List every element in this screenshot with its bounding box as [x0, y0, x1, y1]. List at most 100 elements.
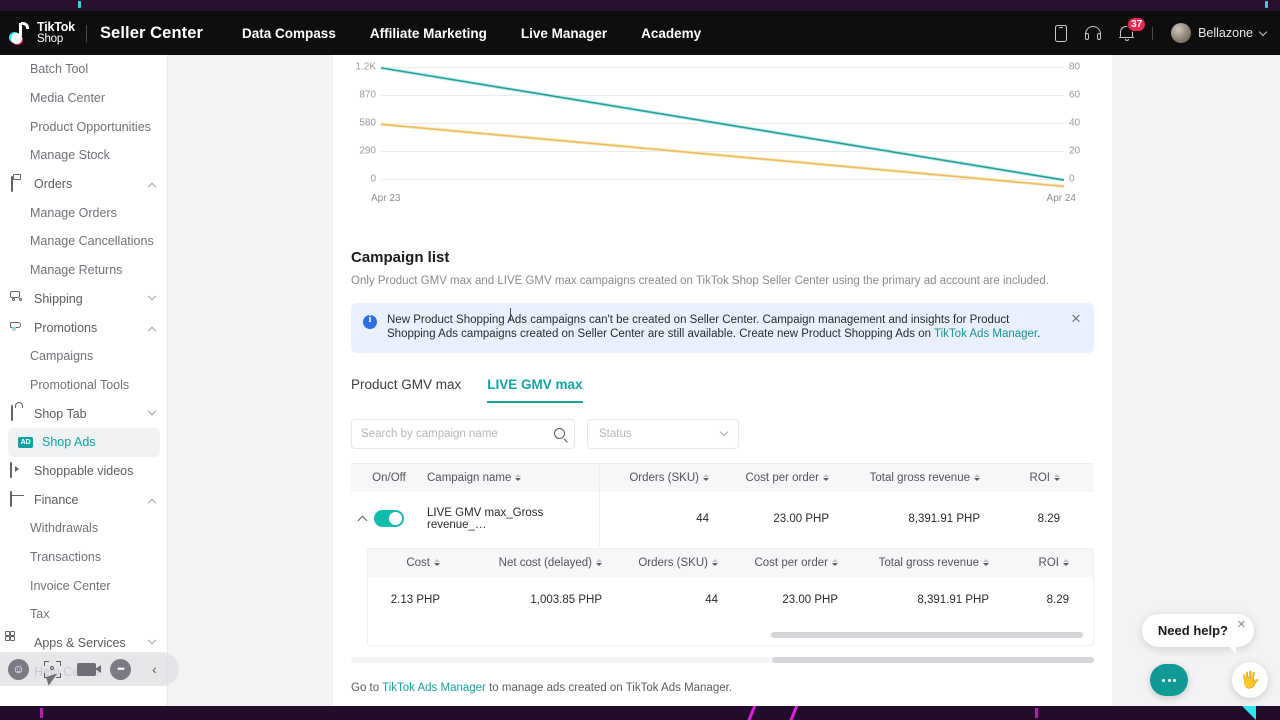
user-menu[interactable]: Bellazone — [1171, 23, 1266, 43]
sidebar-item-orders[interactable]: Orders — [0, 170, 167, 199]
more-options-icon[interactable]: ••• — [110, 659, 131, 680]
notification-wrapper[interactable]: 37 — [1119, 25, 1134, 41]
chevron-down-icon — [1259, 27, 1267, 35]
nav-item-academy[interactable]: Academy — [624, 26, 718, 41]
sidebar-item-batch-tool[interactable]: Batch Tool — [0, 55, 167, 84]
video-record-icon[interactable] — [76, 659, 97, 680]
search-input[interactable] — [361, 428, 554, 440]
sort-icon[interactable] — [974, 474, 980, 482]
tiktok-shop-logo[interactable]: TikTok Shop — [10, 21, 75, 45]
sort-icon[interactable] — [983, 559, 989, 567]
sidebar-item-manage-orders[interactable]: Manage Orders — [0, 198, 167, 227]
video-icon — [10, 463, 25, 478]
sidebar-item-promotional-tools[interactable]: Promotional Tools — [0, 371, 167, 400]
sort-icon[interactable] — [832, 559, 838, 567]
subcol-header-net-cost-delayed[interactable]: Net cost (delayed) — [444, 557, 606, 569]
col-label: Cost — [406, 557, 430, 569]
sidebar-item-shoppable-videos[interactable]: Shoppable videos — [0, 457, 167, 486]
sort-icon[interactable] — [1054, 474, 1060, 482]
sort-icon[interactable] — [712, 559, 718, 567]
footnote-suffix: to manage ads created on TikTok Ads Mana… — [486, 682, 732, 694]
sidebar-item-campaigns[interactable]: Campaigns — [0, 342, 167, 371]
alert-ads-manager-link[interactable]: TikTok Ads Manager — [934, 328, 1037, 340]
seller-center-title: Seller Center — [100, 24, 203, 43]
subtable-header-row: Cost Net cost (delayed) Orders (SKU) Cos… — [368, 549, 1093, 577]
need-help-bubble[interactable]: Need help? ✕ — [1142, 614, 1254, 647]
subcol-header-roi[interactable]: ROI — [993, 557, 1075, 569]
sort-icon[interactable] — [1063, 559, 1069, 567]
subcol-header-total-gross-revenue[interactable]: Total gross revenue — [842, 557, 993, 569]
sidebar-item-product-opportunities[interactable]: Product Opportunities — [0, 112, 167, 141]
help-center-recorder-icon[interactable]: ☺ — [8, 659, 29, 680]
col-header-campaign-name[interactable]: Campaign name — [423, 472, 599, 484]
sort-icon[interactable] — [515, 474, 521, 482]
close-icon[interactable]: ✕ — [1070, 313, 1082, 325]
sidebar-item-label: Transactions — [30, 550, 101, 564]
sidebar-item-transactions[interactable]: Transactions — [0, 543, 167, 572]
chevron-up-icon — [148, 498, 156, 506]
nav-item-data-compass[interactable]: Data Compass — [225, 26, 353, 41]
sidebar-item-label: Manage Orders — [30, 206, 117, 220]
col-header-orders-sku[interactable]: Orders (SKU) — [599, 472, 713, 484]
sidebar: Batch Tool Media Center Product Opportun… — [0, 55, 168, 706]
sidebar-item-withdrawals[interactable]: Withdrawals — [0, 514, 167, 543]
sidebar-item-label: Manage Returns — [30, 263, 122, 277]
col-label: ROI — [1030, 472, 1050, 484]
main-nav: Data Compass Affiliate Marketing Live Ma… — [225, 26, 718, 41]
sidebar-item-manage-cancellations[interactable]: Manage Cancellations — [0, 227, 167, 256]
sidebar-item-tax[interactable]: Tax — [0, 600, 167, 629]
y-left-tick-1: 290 — [359, 146, 376, 157]
alert-text-part-1: New Product Shopping Ads campaigns can't… — [387, 314, 1009, 340]
sidebar-item-shipping[interactable]: Shipping — [0, 285, 167, 314]
sidebar-item-invoice-center[interactable]: Invoice Center — [0, 571, 167, 600]
sidebar-item-shop-tab[interactable]: Shop Tab — [0, 399, 167, 428]
tab-live-gmv-max[interactable]: LIVE GMV max — [487, 377, 582, 403]
sidebar-item-promotions[interactable]: Promotions — [0, 313, 167, 342]
sidebar-item-finance[interactable]: Finance — [0, 485, 167, 514]
close-icon[interactable]: ✕ — [1237, 618, 1246, 631]
expand-row-icon[interactable] — [358, 515, 368, 525]
sort-icon[interactable] — [434, 559, 440, 567]
chevron-down-icon — [148, 407, 156, 415]
sort-icon[interactable] — [703, 474, 709, 482]
logo-text: TikTok Shop — [37, 21, 75, 45]
x-tick-1: Apr 24 — [1047, 193, 1076, 204]
tab-product-gmv-max[interactable]: Product GMV max — [351, 377, 461, 403]
sidebar-item-shop-ads[interactable]: AD Shop Ads — [8, 428, 160, 457]
headset-support-icon[interactable] — [1085, 26, 1101, 40]
sidebar-item-label: Shop Tab — [34, 407, 87, 421]
subcol-header-cost[interactable]: Cost — [368, 557, 444, 569]
sidebar-item-label: Product Opportunities — [30, 120, 151, 134]
table-horizontal-scrollbar[interactable] — [772, 657, 1094, 663]
subcol-header-orders-sku[interactable]: Orders (SKU) — [606, 557, 722, 569]
col-label: Orders (SKU) — [638, 557, 708, 569]
col-header-cost-per-order[interactable]: Cost per order — [713, 472, 833, 484]
search-campaign-box[interactable] — [351, 419, 575, 449]
table-header-row: On/Off Campaign name Orders (SKU) Cost p… — [351, 463, 1094, 492]
chat-button[interactable] — [1150, 664, 1188, 696]
col-header-total-gross-revenue[interactable]: Total gross revenue — [833, 472, 984, 484]
campaign-toggle[interactable] — [374, 510, 404, 527]
wave-hand-button[interactable]: 🖐 — [1232, 662, 1268, 698]
subtable-horizontal-scrollbar[interactable] — [771, 632, 1083, 638]
nav-item-affiliate-marketing[interactable]: Affiliate Marketing — [353, 26, 504, 41]
sidebar-item-media-center[interactable]: Media Center — [0, 84, 167, 113]
ad-badge-icon: AD — [18, 437, 33, 448]
subcol-header-cost-per-order[interactable]: Cost per order — [722, 557, 842, 569]
mobile-app-icon[interactable] — [1055, 25, 1067, 42]
status-filter-select[interactable]: Status — [587, 419, 739, 449]
chevron-down-icon — [148, 636, 156, 644]
sidebar-item-label: Tax — [30, 607, 49, 621]
sidebar-item-label: Promotions — [34, 321, 97, 335]
sort-icon[interactable] — [823, 474, 829, 482]
table-row[interactable]: LIVE GMV max_Gross revenue_… 44 23.00 PH… — [351, 492, 1094, 546]
user-name: Bellazone — [1198, 26, 1253, 40]
sort-icon[interactable] — [596, 559, 602, 567]
sidebar-item-manage-stock[interactable]: Manage Stock — [0, 141, 167, 170]
sidebar-item-manage-returns[interactable]: Manage Returns — [0, 256, 167, 285]
nav-item-live-manager[interactable]: Live Manager — [504, 26, 624, 41]
footnote-ads-manager-link[interactable]: TikTok Ads Manager — [382, 682, 486, 694]
search-icon[interactable] — [554, 428, 565, 439]
collapse-toolbar-icon[interactable]: ‹ — [144, 659, 165, 680]
col-header-roi[interactable]: ROI — [984, 472, 1066, 484]
